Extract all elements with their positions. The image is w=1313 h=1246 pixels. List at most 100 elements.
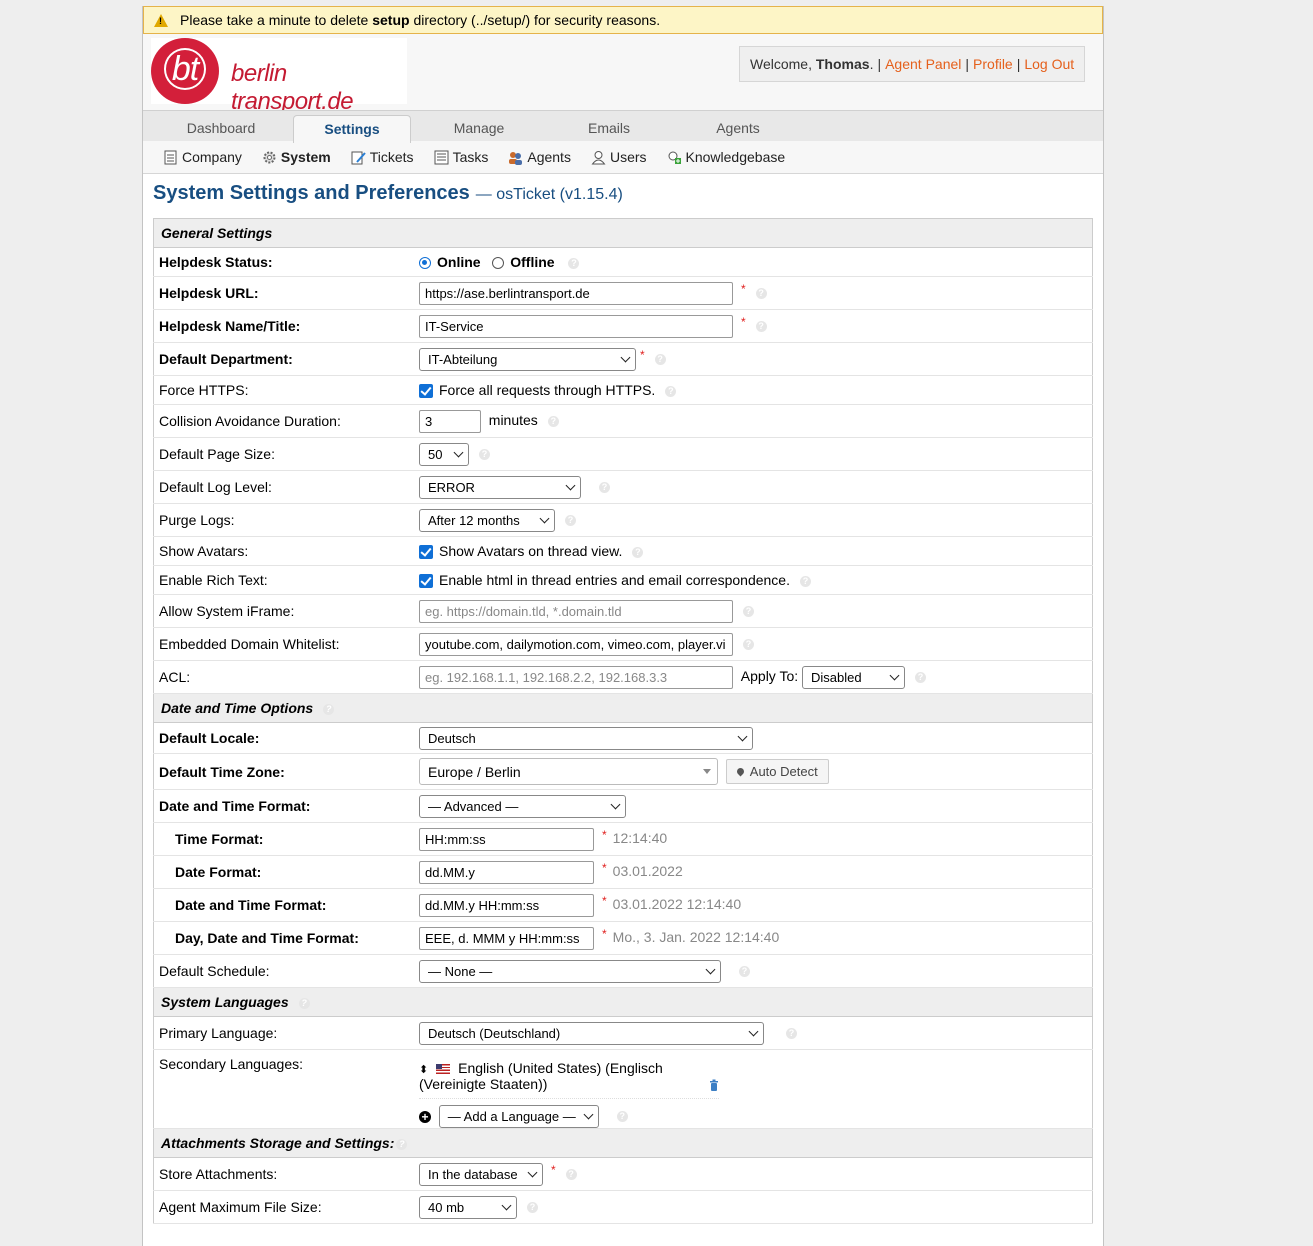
profile-link[interactable]: Profile xyxy=(973,56,1013,72)
settings-table: General Settings Helpdesk Status: Online… xyxy=(153,218,1093,1224)
help-icon[interactable]: ? xyxy=(298,997,310,1009)
welcome-name: Thomas xyxy=(815,56,870,72)
tab-emails[interactable]: Emails xyxy=(543,111,675,141)
page-size-select[interactable]: 50 xyxy=(419,442,469,466)
help-icon[interactable]: ? xyxy=(599,481,610,493)
help-icon[interactable]: ? xyxy=(616,1111,628,1122)
row-helpdesk-status: Helpdesk Status: Online Offline ? xyxy=(153,247,1093,277)
row-acl: ACL: eg. 192.168.1.1, 192.168.2.2, 192.1… xyxy=(153,660,1093,694)
chevron-down-icon xyxy=(527,1167,538,1177)
agent-panel-link[interactable]: Agent Panel xyxy=(885,56,961,72)
help-icon[interactable]: ? xyxy=(547,415,559,427)
help-icon[interactable]: ? xyxy=(915,671,927,683)
row-secondary-languages: Secondary Languages: ⬍ English (United S… xyxy=(153,1049,1093,1129)
chevron-down-icon xyxy=(610,799,621,809)
auto-detect-button[interactable]: Auto Detect xyxy=(725,759,829,784)
help-icon[interactable]: ? xyxy=(565,514,576,526)
chevron-down-icon xyxy=(705,964,716,974)
tab-agents[interactable]: Agents xyxy=(673,111,803,141)
time-format-input[interactable]: HH:mm:ss xyxy=(419,827,594,851)
row-purge-logs: Purge Logs: After 12 months? xyxy=(153,503,1093,537)
acl-input[interactable]: eg. 192.168.1.1, 192.168.2.2, 192.168.3.… xyxy=(419,665,733,689)
help-icon[interactable]: ? xyxy=(799,575,811,587)
subnav-agents[interactable]: Agents xyxy=(508,149,571,165)
rich-text-checkbox[interactable] xyxy=(419,574,433,589)
default-department-select[interactable]: IT-Abteilung xyxy=(419,347,636,371)
subnav-company[interactable]: Company xyxy=(163,149,242,165)
welcome-prefix: Welcome, xyxy=(750,56,812,72)
help-icon[interactable]: ? xyxy=(786,1027,797,1039)
store-attachments-select[interactable]: In the database xyxy=(419,1162,543,1186)
chevron-down-icon xyxy=(539,513,550,523)
default-locale-select[interactable]: Deutsch xyxy=(419,726,753,750)
time-format-preview: 12:14:40 xyxy=(612,829,668,846)
main-content: System Settings and Preferences — osTicke… xyxy=(153,182,1093,1224)
logout-link[interactable]: Log Out xyxy=(1024,56,1074,72)
offline-radio[interactable] xyxy=(492,257,505,270)
help-icon[interactable]: ? xyxy=(527,1201,538,1213)
timezone-select[interactable]: Europe / Berlin xyxy=(419,758,718,785)
subnav-knowledgebase[interactable]: Knowledgebase xyxy=(667,149,785,165)
log-level-select[interactable]: ERROR xyxy=(419,475,581,499)
ticket-edit-icon xyxy=(351,150,366,165)
row-date-format: Date Format: dd.MM.y * 03.01.2022 xyxy=(153,855,1093,889)
helpdesk-name-input[interactable]: IT-Service xyxy=(419,314,733,338)
show-avatars-checkbox[interactable] xyxy=(419,545,433,560)
help-icon[interactable]: ? xyxy=(755,287,767,299)
date-format-input[interactable]: dd.MM.y xyxy=(419,860,594,884)
help-icon[interactable]: ? xyxy=(632,546,644,558)
subnav-tickets[interactable]: Tickets xyxy=(351,149,414,165)
row-default-schedule: Default Schedule: — None —? xyxy=(153,954,1093,988)
row-date-time-format: Date and Time Format: — Advanced — xyxy=(153,789,1093,823)
help-icon[interactable]: ? xyxy=(565,1168,577,1180)
main-nav: Dashboard Settings Manage Emails Agents xyxy=(143,110,1103,143)
system-iframe-input[interactable]: eg. https://domain.tld, *.domain.tld xyxy=(419,599,733,623)
help-icon[interactable]: ? xyxy=(323,703,335,715)
help-icon[interactable]: ? xyxy=(743,605,754,617)
datetime-format-input[interactable]: dd.MM.y HH:mm:ss xyxy=(419,893,594,917)
knowledgebase-icon xyxy=(667,150,682,165)
help-icon[interactable]: ? xyxy=(743,638,754,650)
drag-handle-icon[interactable]: ⬍ xyxy=(419,1064,428,1076)
date-time-format-select[interactable]: — Advanced — xyxy=(419,794,626,818)
helpdesk-url-input[interactable]: https://ase.berlintransport.de xyxy=(419,281,733,305)
primary-language-select[interactable]: Deutsch (Deutschland) xyxy=(419,1021,764,1045)
chevron-down-icon xyxy=(501,1200,512,1210)
tab-dashboard[interactable]: Dashboard xyxy=(153,111,289,141)
force-https-checkbox[interactable] xyxy=(419,384,433,399)
help-icon[interactable]: ? xyxy=(739,965,750,977)
help-icon[interactable]: ? xyxy=(665,385,677,397)
force-https-text: Force all requests through HTTPS. xyxy=(439,381,656,398)
chevron-down-icon xyxy=(453,447,464,457)
subnav-system[interactable]: System xyxy=(262,149,331,165)
subnav-users[interactable]: Users xyxy=(591,149,647,165)
tab-settings[interactable]: Settings xyxy=(293,115,411,143)
row-collision-duration: Collision Avoidance Duration: 3 minutes? xyxy=(153,404,1093,438)
add-language-select[interactable]: — Add a Language — xyxy=(438,1105,599,1128)
help-icon[interactable]: ? xyxy=(654,353,666,365)
users-icon xyxy=(591,150,606,165)
tab-manage[interactable]: Manage xyxy=(413,111,545,141)
help-icon[interactable]: ? xyxy=(396,1138,408,1150)
default-schedule-select[interactable]: — None — xyxy=(419,959,721,983)
purge-logs-select[interactable]: After 12 months xyxy=(419,508,555,532)
online-radio[interactable] xyxy=(419,257,431,270)
welcome-box: Welcome, Thomas. | Agent Panel | Profile |… xyxy=(739,46,1086,82)
trash-icon[interactable] xyxy=(709,1078,719,1094)
domain-whitelist-input[interactable]: youtube.com, dailymotion.com, vimeo.com,… xyxy=(419,632,733,656)
help-icon[interactable]: ? xyxy=(568,257,580,269)
help-icon[interactable]: ? xyxy=(755,320,767,332)
chevron-down-icon xyxy=(737,731,748,741)
section-attachments: Attachments Storage and Settings:? xyxy=(153,1128,1093,1158)
subnav-tasks[interactable]: Tasks xyxy=(434,149,488,165)
section-date-time-options: Date and Time Options? xyxy=(153,693,1093,723)
max-file-size-select[interactable]: 40 mb xyxy=(419,1195,517,1219)
warning-text-after: directory (../setup/) for security reaso… xyxy=(413,12,661,28)
logo[interactable]: bt berlin transport.de xyxy=(151,38,407,115)
add-icon[interactable]: + xyxy=(419,1110,431,1123)
help-icon[interactable]: ? xyxy=(479,448,490,460)
acl-apply-select[interactable]: Disabled xyxy=(802,665,906,689)
row-force-https: Force HTTPS: Force all requests through … xyxy=(153,375,1093,405)
collision-duration-input[interactable]: 3 xyxy=(419,409,481,433)
day-datetime-format-input[interactable]: EEE, d. MMM y HH:mm:ss xyxy=(419,926,594,950)
